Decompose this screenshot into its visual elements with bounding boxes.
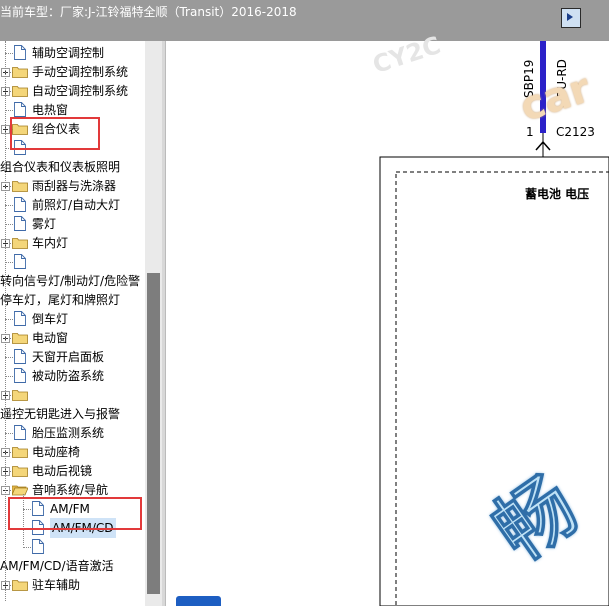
connector-id-label: C2123	[556, 125, 595, 139]
component-label: 蓄电池 电压	[525, 187, 590, 201]
bottom-tab[interactable]	[176, 596, 221, 606]
